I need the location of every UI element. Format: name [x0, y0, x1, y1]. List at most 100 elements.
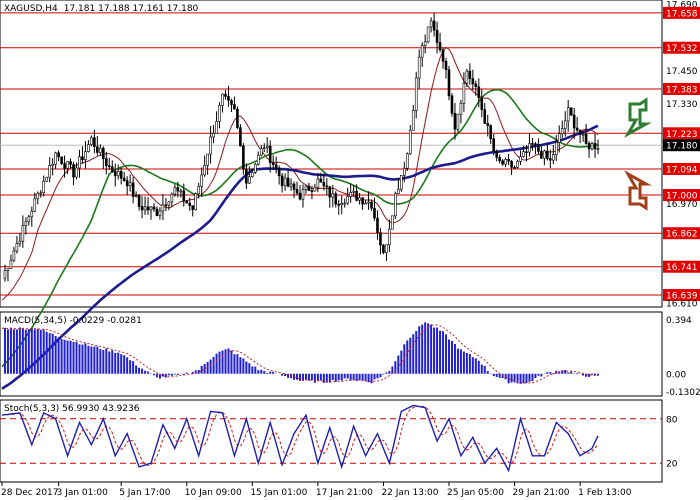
candle-body [233, 104, 236, 110]
price-tag-label: 17.532 [666, 44, 698, 54]
candle-body [239, 127, 242, 147]
candle-body [537, 144, 540, 152]
candle-body [468, 70, 472, 80]
candle-body [221, 93, 224, 106]
candle-body [15, 243, 19, 252]
candle-body [322, 181, 326, 187]
price-panel-frame [0, 0, 663, 308]
candle-body [370, 201, 373, 209]
candle-body [474, 83, 478, 88]
candle-body [435, 29, 439, 43]
candle-body [516, 161, 519, 168]
candle-body [581, 133, 585, 136]
candle-body [379, 232, 382, 246]
price-levels [0, 12, 662, 296]
candle-body [540, 151, 543, 159]
candle-body [90, 137, 93, 145]
stoch-tick-label: 20 [666, 460, 678, 470]
candle-body [113, 171, 117, 177]
macd-tick-label: 0.394 [666, 316, 692, 326]
candle-body [93, 137, 96, 147]
candle-body [30, 210, 34, 218]
time-tick-label: 22 Jan 13:00 [381, 488, 438, 498]
candle-body [170, 193, 174, 203]
price-tag-label: 16.862 [666, 230, 698, 240]
up-arrow-icon [624, 97, 652, 138]
candle-body [331, 193, 335, 198]
candle-body [334, 193, 338, 205]
candle-body [358, 197, 361, 201]
candle-body [218, 105, 221, 122]
candle-body [301, 189, 305, 200]
candle-body [513, 167, 516, 169]
candle-body [447, 69, 451, 97]
candle-body [63, 163, 66, 169]
candle-body [319, 178, 323, 183]
candle-body [277, 167, 281, 177]
candle-body [110, 166, 114, 172]
candle-body [584, 133, 588, 144]
candle-body [215, 121, 218, 134]
candle-body [24, 221, 28, 226]
candle-body [531, 143, 534, 145]
candle-body [408, 129, 412, 155]
candle-body [9, 259, 13, 269]
candle-body [373, 207, 376, 219]
candle-body [519, 156, 522, 162]
time-tick-label: 10 Jan 09:00 [185, 488, 242, 498]
candle-body [543, 150, 546, 159]
time-tick-label: 28 Dec 2017 [1, 488, 59, 498]
candle-body [289, 183, 293, 187]
candle-body [69, 161, 72, 165]
price-axis: 17.69017.65817.53217.45017.38317.33017.2… [663, 1, 700, 310]
candle-body [462, 82, 466, 104]
candle-body [116, 170, 120, 177]
candle-body [480, 97, 484, 110]
candle-body [349, 191, 352, 197]
candle-body [489, 125, 493, 140]
candle-body [423, 41, 427, 46]
macd-histogram [1, 322, 599, 384]
candle-body [107, 165, 111, 168]
candle-body [343, 202, 347, 205]
candle-body [164, 204, 168, 207]
candle-body [248, 176, 251, 184]
time-axis: 28 Dec 20173 Jan 01:00 5 Jan 17:00 10 Jan … [1, 482, 632, 498]
price-tag-label: 17.658 [666, 9, 698, 19]
candle-body [492, 138, 496, 152]
candle-body [355, 190, 358, 201]
price-tick-label: 17.330 [666, 100, 698, 110]
candle-body [36, 192, 40, 200]
candle-body [388, 228, 391, 246]
candle-body [54, 152, 57, 165]
stoch-axis: 80 20 [666, 415, 678, 469]
moving-averages [1, 46, 599, 390]
candle-body [590, 142, 594, 150]
macd-title: MACD(5,34,5) -0.0229 -0.0281 [4, 316, 142, 326]
candle-body [143, 206, 147, 211]
candle-body [122, 177, 126, 181]
candle-body [295, 189, 299, 194]
candle-body [400, 175, 403, 190]
candle-body [265, 145, 269, 149]
candle-body [394, 193, 397, 217]
candle-body [397, 188, 400, 194]
candle-body [51, 163, 54, 166]
candle-body [81, 156, 84, 161]
price-tick-label: 16.610 [666, 300, 698, 310]
candle-body [587, 143, 591, 150]
candle-body [227, 96, 230, 101]
candle-body [191, 205, 195, 210]
candle-body [385, 244, 388, 254]
candle-body [48, 165, 51, 178]
candle-body [60, 156, 63, 164]
candle-body [75, 167, 78, 178]
candle-body [224, 93, 227, 97]
candle-body [444, 60, 448, 70]
candle-body [256, 154, 260, 165]
candle-body [569, 107, 573, 116]
candle-body [498, 157, 501, 162]
candle-body [3, 270, 7, 279]
candle-body [42, 180, 46, 194]
candle-body [236, 108, 239, 129]
